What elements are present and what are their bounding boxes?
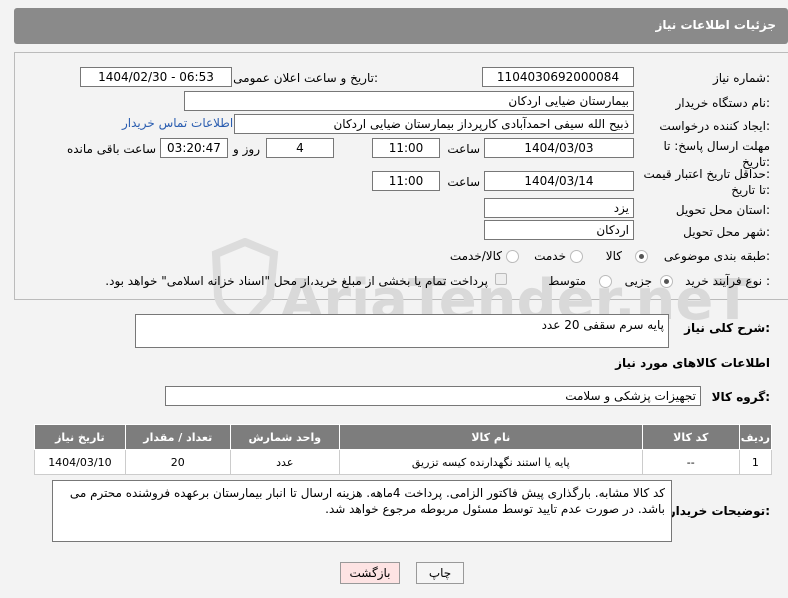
process-radio-medium[interactable] — [599, 275, 612, 288]
category-option-goods-service: کالا/خدمت — [449, 249, 502, 263]
announce-field: 1404/02/30 - 06:53 — [80, 67, 232, 87]
announce-label: تاریخ و ساعت اعلان عمومی: — [233, 71, 378, 85]
deadline-label-line1: مهلت ارسال پاسخ: تا — [663, 139, 770, 153]
process-option-medium: متوسط — [548, 274, 586, 288]
payment-checkbox[interactable] — [495, 273, 507, 285]
remaining-label: ساعت باقی مانده — [66, 142, 156, 156]
validity-label: حداقل تاریخ اعتبار قیمت: تا تاریخ: — [643, 166, 770, 198]
back-button[interactable]: بازگشت — [340, 562, 400, 584]
goods-group-field: تجهیزات پزشکی و سلامت — [165, 386, 701, 406]
buyer-org-label: نام دستگاه خریدار: — [675, 96, 771, 110]
deadline-time-field: 11:00 — [372, 138, 440, 158]
cell-row-number: 1 — [738, 449, 773, 475]
process-radio-minor[interactable] — [660, 275, 673, 288]
col-header-quantity: تعداد / مقدار — [124, 424, 231, 450]
table-row: 1 -- پایه یا استند نگهدارنده کیسه تزریق … — [34, 449, 773, 475]
buyer-org-field: بیمارستان ضیایی اردکان — [184, 91, 634, 111]
print-button[interactable]: چاپ — [416, 562, 464, 584]
category-option-service: خدمت — [534, 249, 566, 263]
creator-label: ایجاد کننده درخواست: — [659, 119, 770, 133]
days-field: 4 — [266, 138, 334, 158]
goods-group-label: گروه کالا: — [711, 390, 770, 404]
cell-quantity: 20 — [124, 449, 231, 475]
category-radio-goods[interactable] — [635, 250, 648, 263]
goods-section-title: اطلاعات کالاهای مورد نیاز — [615, 356, 770, 370]
process-option-minor: جزیی — [624, 274, 652, 288]
creator-field: ذبیح الله سیفی احمدآبادی کارپرداز بیمارس… — [234, 114, 634, 134]
items-table: ردیف کد کالا نام کالا واحد شمارش تعداد /… — [34, 424, 773, 475]
process-label: نوع فرآیند خرید : — [685, 274, 770, 288]
cell-unit: عدد — [229, 449, 340, 475]
need-number-field: 1104030692000084 — [482, 67, 634, 87]
city-field: اردکان — [484, 220, 634, 240]
city-label: شهر محل تحویل: — [683, 225, 770, 239]
category-label: طبقه بندی موضوعی: — [663, 249, 770, 263]
header-bar: جزئیات اطلاعات نیاز — [14, 8, 788, 44]
validity-date-field: 1404/03/14 — [484, 171, 634, 191]
col-header-unit: واحد شمارش — [229, 424, 340, 450]
validity-time-label: ساعت — [447, 175, 480, 189]
buyer-notes-field: کد کالا مشابه. بارگذاری پیش فاکتور الزام… — [52, 480, 672, 542]
province-label: استان محل تحویل: — [675, 203, 770, 217]
payment-note: پرداخت تمام یا بخشی از مبلغ خرید،از محل … — [105, 274, 488, 288]
need-number-label: شماره نیاز: — [712, 71, 770, 85]
deadline-time-label: ساعت — [447, 142, 480, 156]
cell-date: 1404/03/10 — [34, 449, 126, 475]
cell-code: -- — [641, 449, 740, 475]
category-option-goods: کالا — [605, 249, 622, 263]
page-title: جزئیات اطلاعات نیاز — [655, 18, 776, 32]
col-header-code: کد کالا — [641, 424, 740, 450]
cell-name: پایه یا استند نگهدارنده کیسه تزریق — [338, 449, 643, 475]
validity-label-line2: تا تاریخ: — [731, 183, 770, 197]
validity-time-field: 11:00 — [372, 171, 440, 191]
contact-buyer-link[interactable]: اطلاعات تماس خریدار — [122, 116, 233, 130]
col-header-date: تاریخ نیاز — [34, 424, 126, 450]
province-field: یزد — [484, 198, 634, 218]
category-radio-service[interactable] — [570, 250, 583, 263]
description-field: پایه سرم سقفی 20 عدد — [135, 314, 669, 348]
buyer-notes-label: توضیحات خریدار: — [668, 504, 770, 518]
table-header-row: ردیف کد کالا نام کالا واحد شمارش تعداد /… — [34, 424, 773, 450]
description-label: شرح کلی نیاز: — [684, 321, 770, 335]
category-radio-goods-service[interactable] — [506, 250, 519, 263]
validity-label-line1: حداقل تاریخ اعتبار قیمت: — [643, 167, 770, 181]
deadline-date-field: 1404/03/03 — [484, 138, 634, 158]
remaining-time-field: 03:20:47 — [160, 138, 228, 158]
days-label: روز و — [233, 142, 260, 156]
col-header-row-number: ردیف — [738, 424, 773, 450]
col-header-name: نام کالا — [338, 424, 643, 450]
